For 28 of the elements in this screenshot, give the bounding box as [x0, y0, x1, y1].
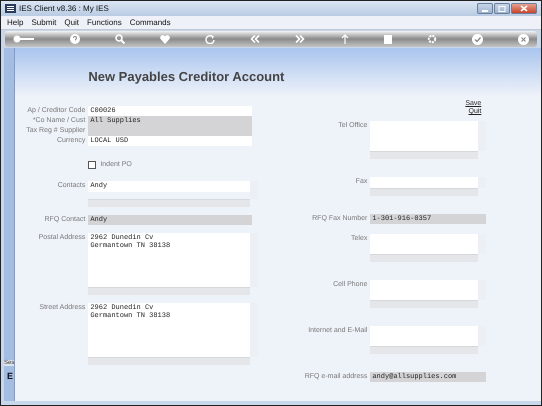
key-icon[interactable] [13, 35, 35, 43]
maximize-icon [498, 6, 506, 12]
close-icon [520, 5, 528, 12]
window-title: IES Client v8.36 : My IES [19, 4, 109, 13]
arrow-up-icon[interactable] [340, 34, 349, 44]
refresh-icon[interactable] [205, 34, 216, 44]
app-icon [5, 4, 16, 13]
double-chevron-left-icon[interactable] [250, 35, 260, 43]
check-icon[interactable] [472, 34, 483, 44]
minimize-button[interactable] [477, 3, 493, 14]
gear-icon[interactable] [426, 34, 437, 44]
page-title: New Payables Creditor Account [88, 69, 284, 84]
side-strip-label: E [6, 371, 14, 381]
search-icon[interactable] [115, 34, 126, 44]
menu-item[interactable]: Functions [87, 18, 122, 27]
menu-item[interactable]: Submit [31, 18, 56, 27]
heart-icon[interactable] [160, 34, 170, 44]
help-icon[interactable] [70, 34, 80, 44]
close-icon[interactable] [518, 34, 529, 44]
menu-item[interactable]: Help [7, 18, 24, 27]
double-chevron-right-icon[interactable] [295, 35, 306, 43]
checkbox[interactable] [88, 161, 96, 169]
menu-item[interactable]: Commands [130, 18, 171, 27]
close-button[interactable] [511, 3, 537, 14]
maximize-button[interactable] [494, 3, 510, 14]
square-icon[interactable] [384, 34, 392, 44]
menu-item[interactable]: Quit [64, 18, 80, 27]
input-field[interactable] [88, 126, 252, 136]
